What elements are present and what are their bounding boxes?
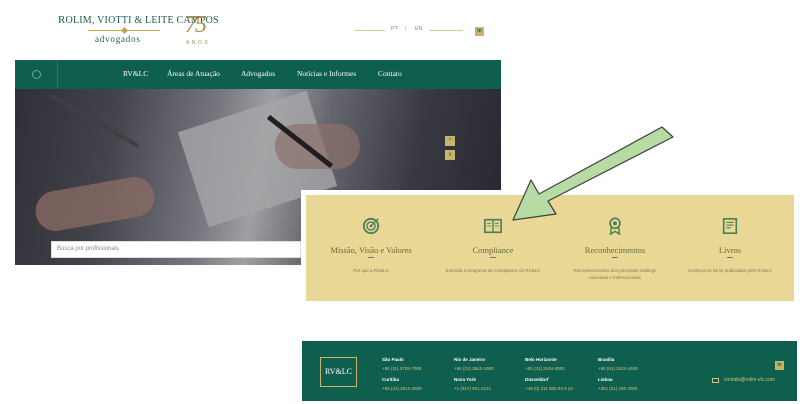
feature-dash [368, 257, 374, 258]
office-phone[interactable]: +351 (21) 150 0060 [598, 386, 637, 391]
office-phone[interactable]: +1 (917) 601-2141 [454, 386, 491, 391]
office-city: Düsseldorf [525, 377, 549, 382]
nav-item-advogados[interactable]: Advogados [241, 69, 275, 78]
office-phone[interactable]: +55 (61) 3424-4400 [598, 366, 638, 371]
feature-dash [727, 257, 733, 258]
logo-diamond [120, 26, 129, 35]
feature-title: Missão, Visão e Valores [330, 245, 412, 255]
nav-item-rvlc[interactable]: RV&LC [123, 69, 148, 78]
footer-logo[interactable]: RV&LC [320, 357, 357, 387]
office-city: Rio de Janeiro [454, 357, 486, 362]
lang-separator: / [405, 26, 407, 32]
footer-email-link[interactable]: contato@rolim-vlc.com [724, 377, 775, 383]
firm-logo[interactable]: ROLIM, VIOTTI & LEITE CAMPOS advogados 7… [58, 12, 223, 54]
language-switcher: PT / EN [355, 26, 465, 36]
feature-title: Compliance [472, 245, 514, 255]
search-placeholder: Busca por profissionais [57, 246, 120, 252]
office-city: Belo Horizonte [525, 357, 557, 362]
office-phone[interactable]: +55 (21) 3543-1600 [454, 366, 494, 371]
feature-title: Reconhecimentos [584, 245, 646, 255]
footer-linkedin-icon[interactable]: in [775, 361, 784, 370]
feature-description: Reconhecimentos dos principais rankings … [573, 268, 657, 280]
books-icon [722, 217, 738, 235]
feature-description: Por que a RV&LC [353, 268, 389, 273]
office-city: Lisboa [598, 377, 613, 382]
office-phone[interactable]: +55 (31) 2104-3000 [525, 366, 565, 371]
slider-down-arrow-icon[interactable]: v [445, 150, 455, 160]
logo-subtitle: advogados [95, 34, 141, 44]
search-input[interactable]: Busca por profissionais [51, 241, 301, 258]
mail-icon [712, 378, 719, 383]
feature-card-missao[interactable]: Missão, Visão e Valores Por que a RV&LC [311, 195, 431, 301]
office-phone[interactable]: +49 (0) 211 868 93 9 24 [525, 386, 573, 391]
office-city: São Paulo [382, 357, 404, 362]
lang-en-link[interactable]: EN [415, 26, 423, 32]
feature-dash [490, 257, 496, 258]
slider-up-arrow-icon[interactable]: ^ [445, 136, 455, 146]
menu-circle-icon[interactable] [32, 70, 41, 79]
lang-rule-left [355, 30, 385, 31]
logo-anos: ANOS [186, 40, 211, 46]
linkedin-icon[interactable]: in [475, 27, 484, 36]
feature-title: Livros [718, 245, 742, 255]
lang-rule-right [429, 30, 463, 31]
feature-description: Conheça os livros publicados pelo RV&LC [687, 268, 773, 273]
site-footer: RV&LC São Paulo +55 (11) 3759-7000 Rio d… [302, 341, 797, 401]
nav-item-areas[interactable]: Áreas de Atuação [167, 69, 220, 78]
target-icon [362, 217, 380, 235]
nav-divider [57, 60, 58, 89]
logo-75-years: 75 [185, 12, 207, 38]
nav-item-contato[interactable]: Contato [378, 69, 402, 78]
office-phone[interactable]: +55 (41) 3012-2600 [382, 386, 422, 391]
book-icon [484, 218, 502, 234]
office-city: Curitiba [382, 377, 400, 382]
nav-item-noticias[interactable]: Notícias e Informes [297, 69, 356, 78]
annotation-arrow-icon [512, 126, 674, 221]
footer-logo-text: RV&LC [325, 367, 352, 376]
office-city: Brasília [598, 357, 615, 362]
office-city: Nova York [454, 377, 476, 382]
office-phone[interactable]: +55 (11) 3759-7000 [382, 366, 421, 371]
feature-dash [612, 257, 618, 258]
feature-card-livros[interactable]: Livros Conheça os livros publicados pelo… [670, 195, 790, 301]
main-nav: RV&LC Áreas de Atuação Advogados Notícia… [15, 60, 501, 89]
lang-pt-link[interactable]: PT [391, 26, 398, 32]
feature-description: Entenda o programa de Compliance do RV&L… [445, 268, 541, 273]
